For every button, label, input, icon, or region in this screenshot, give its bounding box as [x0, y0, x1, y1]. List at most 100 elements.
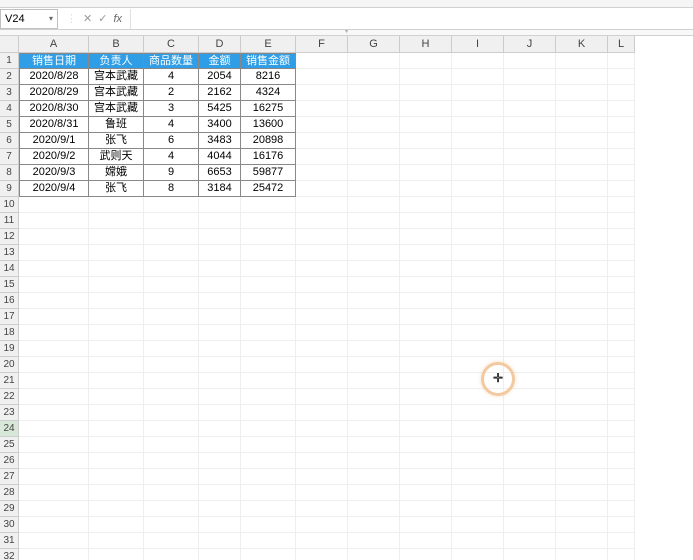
- cell-J7[interactable]: [504, 149, 556, 165]
- cell-J14[interactable]: [504, 261, 556, 277]
- cell-H26[interactable]: [400, 453, 452, 469]
- cell-E4[interactable]: 16275: [241, 101, 296, 117]
- cells-area[interactable]: 销售日期负责人商品数量金额销售金额2020/8/28宫本武藏4205482162…: [19, 53, 635, 560]
- cell-E32[interactable]: [241, 549, 296, 560]
- cell-F15[interactable]: [296, 277, 348, 293]
- cell-B1[interactable]: 负责人: [89, 53, 144, 69]
- column-header-E[interactable]: E: [241, 36, 296, 53]
- cell-B9[interactable]: 张飞: [89, 181, 144, 197]
- cell-K27[interactable]: [556, 469, 608, 485]
- cell-L13[interactable]: [608, 245, 635, 261]
- cell-K5[interactable]: [556, 117, 608, 133]
- cell-B18[interactable]: [89, 325, 144, 341]
- cell-A10[interactable]: [19, 197, 89, 213]
- cell-H32[interactable]: [400, 549, 452, 560]
- cell-I16[interactable]: [452, 293, 504, 309]
- cell-K7[interactable]: [556, 149, 608, 165]
- cell-B27[interactable]: [89, 469, 144, 485]
- cell-C21[interactable]: [144, 373, 199, 389]
- cell-L12[interactable]: [608, 229, 635, 245]
- cell-G24[interactable]: [348, 421, 400, 437]
- cell-D32[interactable]: [199, 549, 241, 560]
- cell-F27[interactable]: [296, 469, 348, 485]
- cell-L20[interactable]: [608, 357, 635, 373]
- cell-F16[interactable]: [296, 293, 348, 309]
- cell-H17[interactable]: [400, 309, 452, 325]
- row-header-5[interactable]: 5: [0, 117, 19, 133]
- cell-K11[interactable]: [556, 213, 608, 229]
- cell-H22[interactable]: [400, 389, 452, 405]
- cell-C18[interactable]: [144, 325, 199, 341]
- cell-L7[interactable]: [608, 149, 635, 165]
- cell-J3[interactable]: [504, 85, 556, 101]
- cell-G4[interactable]: [348, 101, 400, 117]
- cell-I8[interactable]: [452, 165, 504, 181]
- cell-L9[interactable]: [608, 181, 635, 197]
- cell-C16[interactable]: [144, 293, 199, 309]
- cell-E15[interactable]: [241, 277, 296, 293]
- cell-F19[interactable]: [296, 341, 348, 357]
- cell-G32[interactable]: [348, 549, 400, 560]
- row-header-19[interactable]: 19: [0, 341, 19, 357]
- cancel-icon[interactable]: ✕: [83, 12, 92, 25]
- cell-J1[interactable]: [504, 53, 556, 69]
- cell-L18[interactable]: [608, 325, 635, 341]
- cell-I31[interactable]: [452, 533, 504, 549]
- spreadsheet-grid[interactable]: ABCDEFGHIJKL 123456789101112131415161718…: [0, 36, 693, 560]
- cell-G11[interactable]: [348, 213, 400, 229]
- cell-C24[interactable]: [144, 421, 199, 437]
- cell-A7[interactable]: 2020/9/2: [19, 149, 89, 165]
- cell-K8[interactable]: [556, 165, 608, 181]
- cell-B4[interactable]: 宫本武藏: [89, 101, 144, 117]
- cell-H1[interactable]: [400, 53, 452, 69]
- cell-H4[interactable]: [400, 101, 452, 117]
- column-header-I[interactable]: I: [452, 36, 504, 53]
- cell-B24[interactable]: [89, 421, 144, 437]
- cell-L23[interactable]: [608, 405, 635, 421]
- cell-D16[interactable]: [199, 293, 241, 309]
- cell-I24[interactable]: [452, 421, 504, 437]
- cell-I28[interactable]: [452, 485, 504, 501]
- cell-C32[interactable]: [144, 549, 199, 560]
- cell-I18[interactable]: [452, 325, 504, 341]
- cell-A32[interactable]: [19, 549, 89, 560]
- row-header-14[interactable]: 14: [0, 261, 19, 277]
- cell-C22[interactable]: [144, 389, 199, 405]
- column-header-J[interactable]: J: [504, 36, 556, 53]
- cell-E12[interactable]: [241, 229, 296, 245]
- column-header-A[interactable]: A: [19, 36, 89, 53]
- cell-G31[interactable]: [348, 533, 400, 549]
- cell-E25[interactable]: [241, 437, 296, 453]
- cell-D30[interactable]: [199, 517, 241, 533]
- cell-E1[interactable]: 销售金额: [241, 53, 296, 69]
- cell-C2[interactable]: 4: [144, 69, 199, 85]
- cell-H11[interactable]: [400, 213, 452, 229]
- cell-J27[interactable]: [504, 469, 556, 485]
- cell-G21[interactable]: [348, 373, 400, 389]
- column-header-K[interactable]: K: [556, 36, 608, 53]
- cell-L14[interactable]: [608, 261, 635, 277]
- cell-J19[interactable]: [504, 341, 556, 357]
- cell-L11[interactable]: [608, 213, 635, 229]
- cell-K12[interactable]: [556, 229, 608, 245]
- cell-E17[interactable]: [241, 309, 296, 325]
- cell-G26[interactable]: [348, 453, 400, 469]
- cell-L25[interactable]: [608, 437, 635, 453]
- cell-E9[interactable]: 25472: [241, 181, 296, 197]
- cell-I26[interactable]: [452, 453, 504, 469]
- cell-C28[interactable]: [144, 485, 199, 501]
- cell-K18[interactable]: [556, 325, 608, 341]
- cell-B6[interactable]: 张飞: [89, 133, 144, 149]
- cell-E23[interactable]: [241, 405, 296, 421]
- cell-G23[interactable]: [348, 405, 400, 421]
- cell-J5[interactable]: [504, 117, 556, 133]
- cell-E18[interactable]: [241, 325, 296, 341]
- cell-K30[interactable]: [556, 517, 608, 533]
- cell-H3[interactable]: [400, 85, 452, 101]
- cell-L8[interactable]: [608, 165, 635, 181]
- cell-F11[interactable]: [296, 213, 348, 229]
- cell-J24[interactable]: [504, 421, 556, 437]
- cell-I10[interactable]: [452, 197, 504, 213]
- cell-C14[interactable]: [144, 261, 199, 277]
- cell-A16[interactable]: [19, 293, 89, 309]
